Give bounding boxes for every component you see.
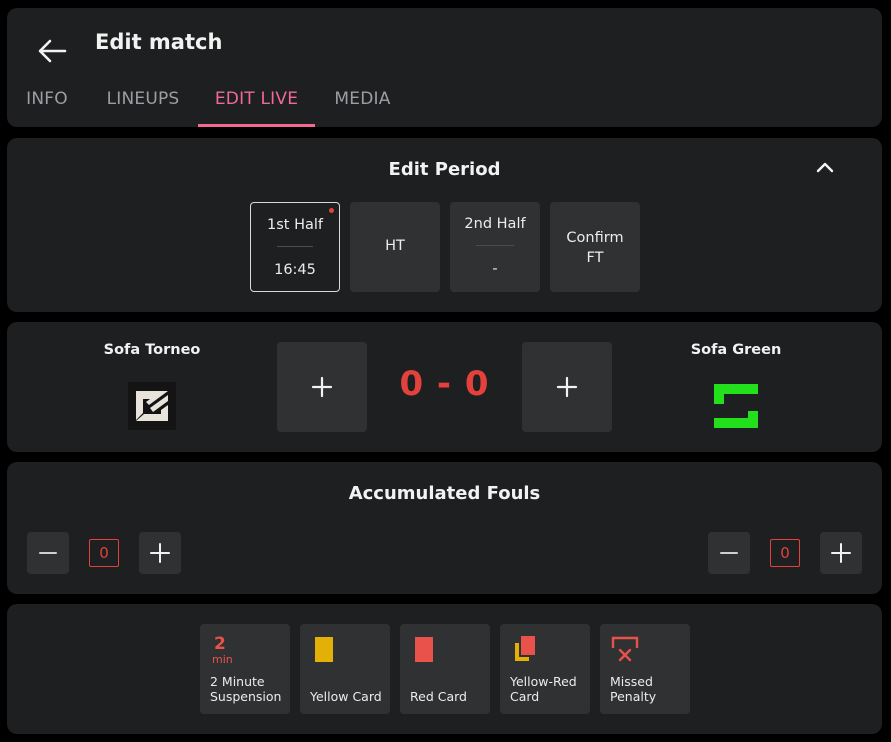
incident-label-line2: Penalty xyxy=(610,689,657,704)
incident-label-line1: Missed xyxy=(610,674,653,689)
confirm-ft-line2: FT xyxy=(586,250,604,266)
missed-penalty-icon xyxy=(611,636,639,662)
period-time: 16:45 xyxy=(274,262,316,278)
tab-edit-live[interactable]: EDIT LIVE xyxy=(198,84,315,127)
incident-label: Red Card xyxy=(410,689,486,704)
away-fouls-increment-button[interactable] xyxy=(820,532,862,574)
incident-label: Missed Penalty xyxy=(610,674,686,704)
red-card-icon xyxy=(415,637,433,662)
home-fouls-decrement-button[interactable] xyxy=(27,532,69,574)
two-minute-icon-number: 2 xyxy=(214,634,226,654)
active-tab-indicator xyxy=(198,124,315,127)
yellow-red-card-button[interactable]: Yellow-Red Card xyxy=(500,624,590,714)
period-label: 2nd Half xyxy=(464,216,526,232)
away-team-logo xyxy=(714,384,758,428)
away-fouls-count: 0 xyxy=(770,539,800,567)
accumulated-fouls-card: Accumulated Fouls 0 0 xyxy=(7,462,882,594)
plus-icon xyxy=(311,376,333,398)
plus-icon xyxy=(150,543,170,563)
yellow-red-card-icon xyxy=(515,636,535,661)
home-fouls-increment-button[interactable] xyxy=(139,532,181,574)
period-time: - xyxy=(492,261,498,277)
yellow-card-button[interactable]: Yellow Card xyxy=(300,624,390,714)
period-halftime-button[interactable]: HT xyxy=(350,202,440,292)
missed-penalty-button[interactable]: Missed Penalty xyxy=(600,624,690,714)
tab-lineups[interactable]: LINEUPS xyxy=(93,84,193,127)
incident-label: Yellow-Red Card xyxy=(510,674,586,704)
incident-label: Yellow Card xyxy=(310,689,386,704)
period-label: 1st Half xyxy=(267,217,323,233)
incident-label-line2: Red Card xyxy=(410,689,467,704)
yellow-card-icon xyxy=(315,637,333,662)
minus-icon xyxy=(720,552,738,554)
home-team-name: Sofa Torneo xyxy=(103,342,201,358)
incidents-card: 2 min 2 Minute Suspension Yellow Card Re… xyxy=(7,604,882,734)
header-card: Edit match INFO LINEUPS EDIT LIVE MEDIA xyxy=(7,8,882,127)
incident-label-line1: Yellow-Red xyxy=(510,674,577,689)
period-first-half-button[interactable]: 1st Half 16:45 xyxy=(250,202,340,292)
edit-period-title: Edit Period xyxy=(388,159,501,180)
away-fouls-decrement-button[interactable] xyxy=(708,532,750,574)
home-fouls-count: 0 xyxy=(89,539,119,567)
incident-label-line2: Card xyxy=(510,689,540,704)
live-indicator-dot xyxy=(329,208,334,213)
home-score-increment-button[interactable] xyxy=(277,342,367,432)
score-display: 0 - 0 xyxy=(399,364,490,404)
tab-info[interactable]: INFO xyxy=(15,84,79,127)
page-title: Edit match xyxy=(95,30,223,54)
incident-label-line2: Suspension xyxy=(210,689,282,704)
back-arrow-icon[interactable] xyxy=(37,38,67,64)
confirm-ft-line1: Confirm xyxy=(566,230,624,246)
edit-period-card: Edit Period 1st Half 16:45 HT 2nd Half -… xyxy=(7,138,882,312)
minus-icon xyxy=(39,552,57,554)
away-score-increment-button[interactable] xyxy=(522,342,612,432)
tab-edit-live-label: EDIT LIVE xyxy=(214,89,299,109)
red-card-button[interactable]: Red Card xyxy=(400,624,490,714)
confirm-ft-label: Confirm FT xyxy=(550,228,640,268)
plus-icon xyxy=(556,376,578,398)
period-second-half-button[interactable]: 2nd Half - xyxy=(450,202,540,292)
two-minute-icon-unit: min xyxy=(212,653,233,664)
incident-label-line2: Yellow Card xyxy=(310,689,382,704)
away-team-name: Sofa Green xyxy=(690,342,782,358)
two-minute-suspension-button[interactable]: 2 min 2 Minute Suspension xyxy=(200,624,290,714)
plus-icon xyxy=(831,543,851,563)
home-team-logo xyxy=(128,382,176,430)
accumulated-fouls-title: Accumulated Fouls xyxy=(348,483,541,504)
incident-label-line1: 2 Minute xyxy=(210,674,265,689)
chevron-up-icon[interactable] xyxy=(816,160,834,174)
score-card: Sofa Torneo 0 - 0 Sofa Green xyxy=(7,322,882,452)
incident-label: 2 Minute Suspension xyxy=(210,674,286,704)
tab-media[interactable]: MEDIA xyxy=(325,84,400,127)
period-divider xyxy=(277,246,313,247)
tab-bar: INFO LINEUPS EDIT LIVE MEDIA xyxy=(7,84,882,127)
period-label: HT xyxy=(385,238,405,254)
period-divider xyxy=(476,245,514,246)
confirm-full-time-button[interactable]: Confirm FT xyxy=(550,202,640,292)
two-minute-icon: 2 min xyxy=(212,634,233,664)
